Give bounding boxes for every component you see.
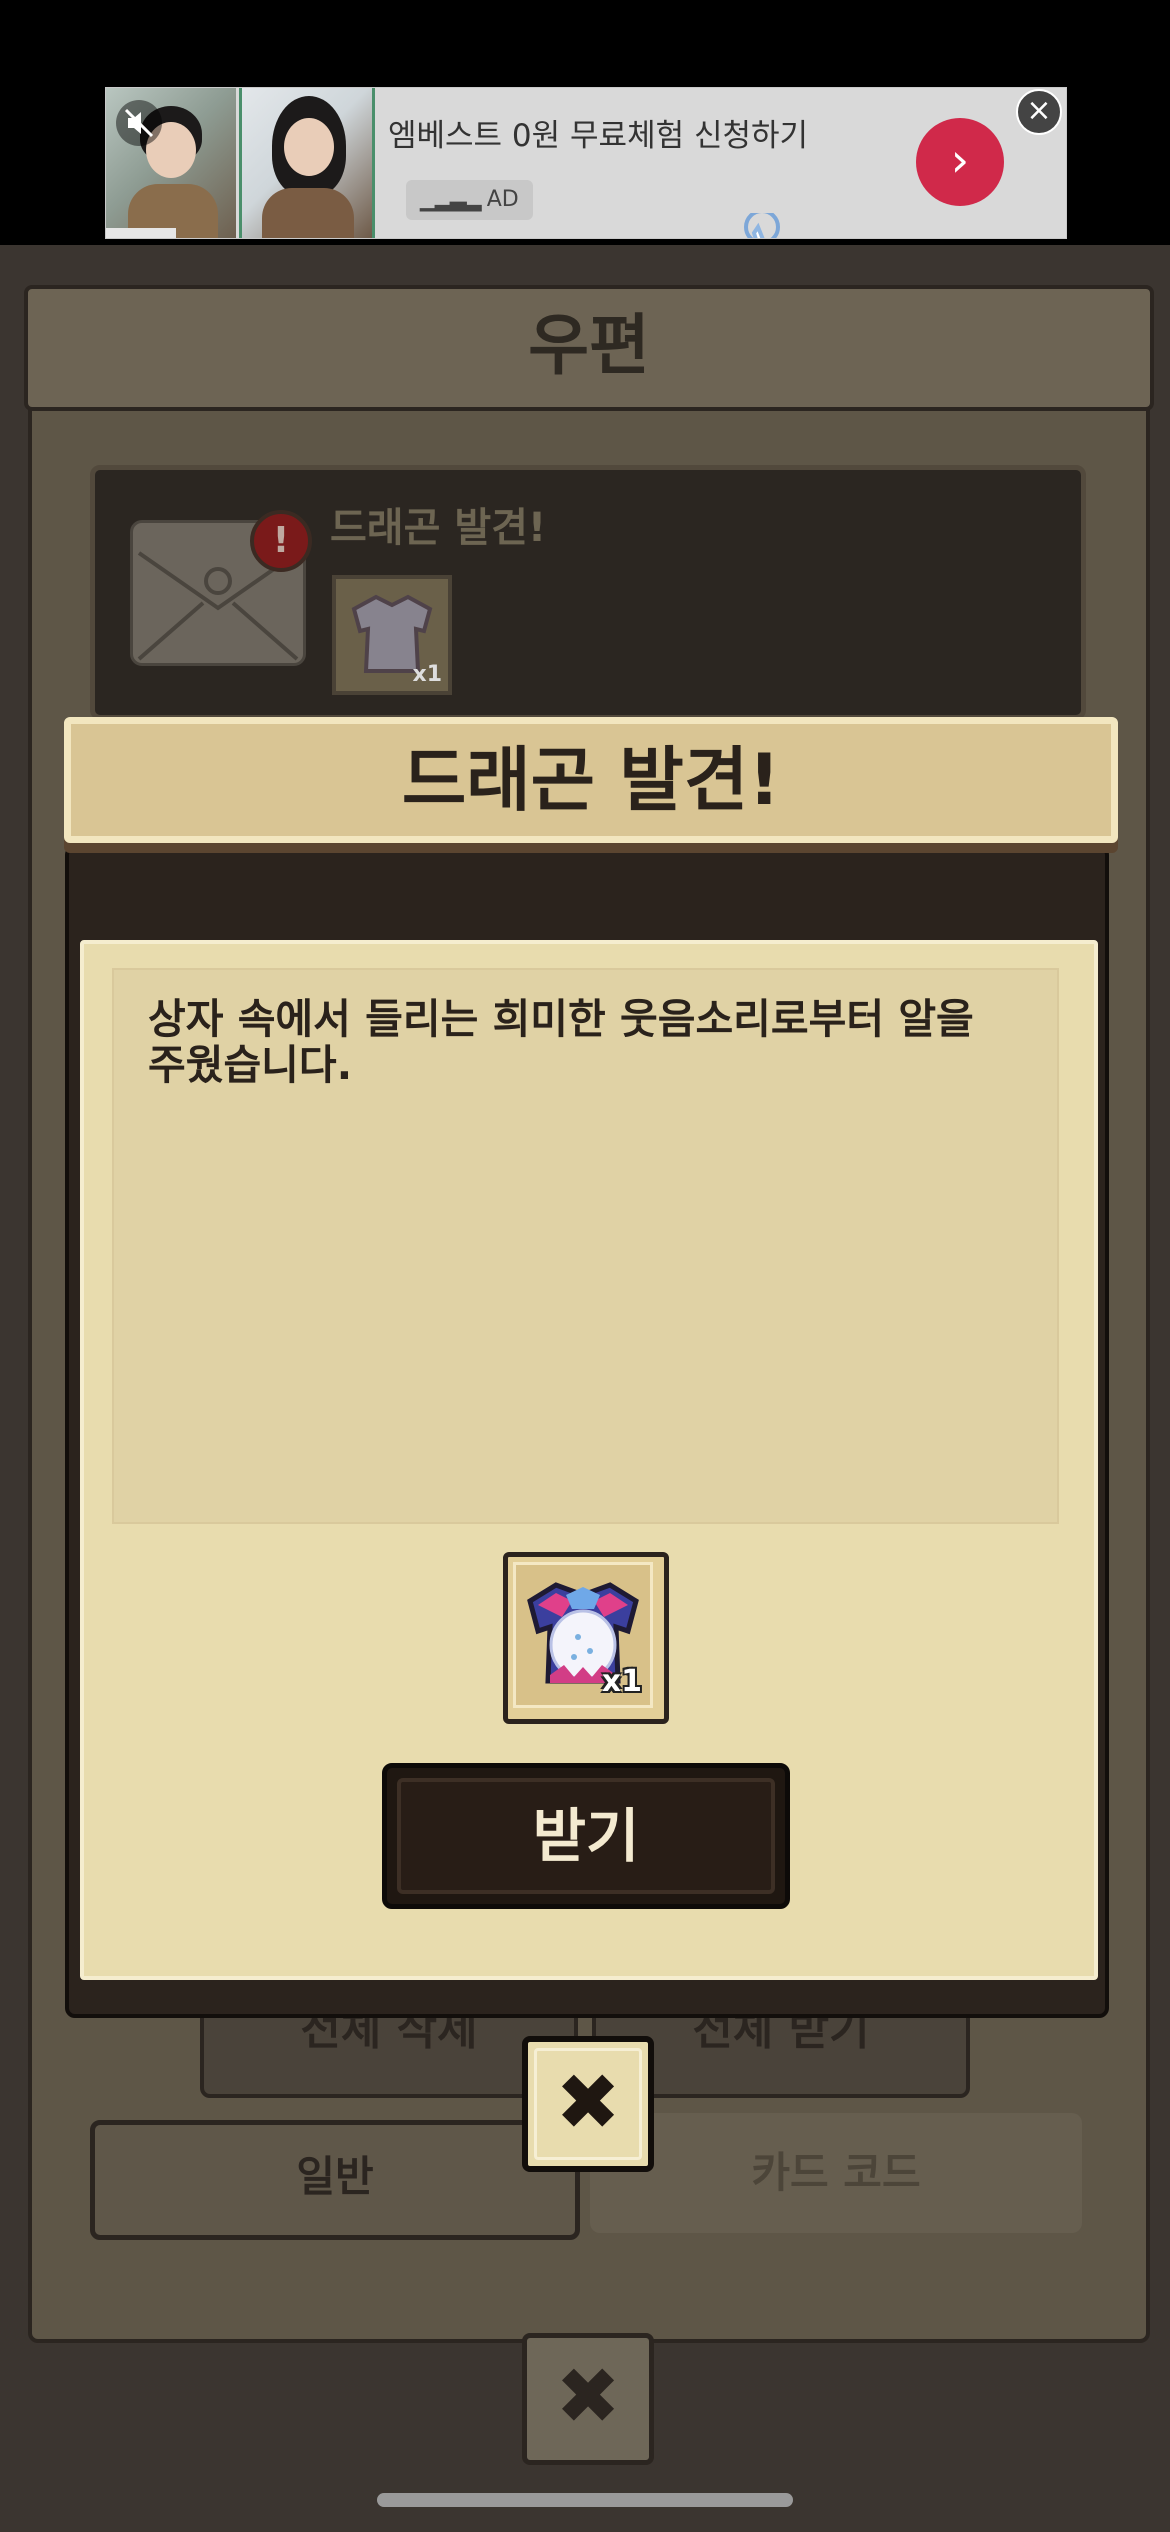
tab-normal-label: 일반	[296, 2152, 374, 2201]
popup-header: 드래곤 발견!	[64, 717, 1118, 843]
close-icon[interactable]: ✖	[522, 2333, 654, 2465]
mail-item-title: 드래곤 발견!	[330, 505, 547, 551]
tab-normal[interactable]: 일반	[90, 2120, 580, 2240]
alert-icon: !	[250, 510, 312, 572]
tap-hand-icon	[744, 213, 780, 238]
receive-button-label: 받기	[532, 1802, 640, 1870]
mail-item-reward-count: x1	[412, 662, 443, 687]
receive-button-inner: 받기	[397, 1778, 775, 1894]
message-box: 상자 속에서 들리는 희미한 웃음소리로부터 알을 주웠습니다.	[112, 968, 1059, 1524]
mute-icon[interactable]	[116, 100, 162, 146]
ad-badge-label: AD	[486, 187, 519, 212]
tab-card-code[interactable]: 카드 코드	[590, 2113, 1082, 2233]
popup-message: 상자 속에서 들리는 희미한 웃음소리로부터 알을 주웠습니다.	[148, 995, 974, 1089]
reward-slot-inner: x1	[513, 1562, 653, 1708]
reward-slot[interactable]: x1	[503, 1552, 669, 1724]
reward-count: x1	[601, 1664, 642, 1699]
mail-item-reward: x1	[332, 575, 452, 695]
home-indicator[interactable]	[377, 2493, 793, 2507]
ad-badge: ▁▂▃▂ AD	[406, 180, 533, 220]
signal-icon: ▁▂▃▂	[420, 187, 482, 212]
receive-button[interactable]: 받기	[382, 1763, 790, 1909]
tab-card-code-label: 카드 코드	[751, 2148, 921, 2197]
close-icon[interactable]: ×	[1016, 89, 1062, 135]
ad-progress-bar	[106, 228, 176, 238]
mail-header: 우편	[24, 285, 1154, 411]
ad-thumbnail-2	[239, 88, 375, 238]
mail-header-title: 우편	[528, 307, 650, 384]
chevron-right-icon[interactable]: ›	[916, 118, 1004, 206]
popup-title: 드래곤 발견!	[401, 739, 781, 821]
ad-title[interactable]: 엠베스트 0원 무료체험 신청하기	[388, 110, 808, 155]
mail-list-item[interactable]: ! 드래곤 발견! x1	[90, 465, 1086, 720]
close-icon: ✖	[534, 2048, 642, 2160]
popup-close-button[interactable]: ✖	[522, 2036, 654, 2172]
ad-banner[interactable]: 엠베스트 0원 무료체험 신청하기 ▁▂▃▂ AD ›	[105, 87, 1067, 239]
